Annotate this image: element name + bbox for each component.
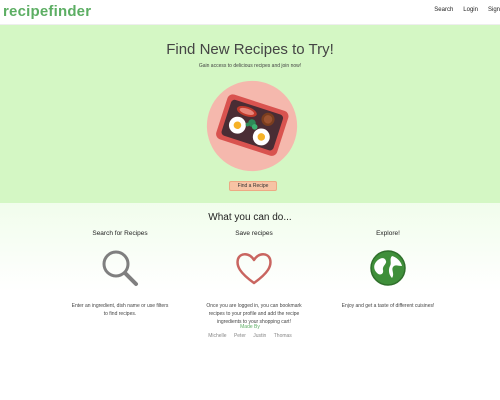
features-title: What you can do... [208, 212, 292, 223]
feature-desc-line: Once you are logged in, you can bookmark [206, 303, 302, 309]
heart-icon [236, 253, 272, 285]
feature-desc-line: Enjoy and get a taste of different cuisi… [341, 303, 435, 309]
feature-explore: Explore! Enjoy and get a taste of differ… [318, 230, 458, 310]
globe-icon [370, 250, 406, 286]
magnifier-icon [102, 250, 138, 286]
author-name: Michelle [208, 333, 227, 339]
find-recipe-button[interactable]: Find a Recipe [229, 181, 277, 191]
feature-desc-line: Enter an ingredient, dish name or use fi… [71, 303, 169, 309]
nav-search-link[interactable]: Search [434, 7, 453, 13]
breakfast-plate-icon [206, 80, 298, 172]
made-by-label: Made By [240, 324, 260, 330]
hero-section: Find New Recipes to Try! Gain access to … [0, 25, 500, 203]
feature-save: Save recipes Once you are logged in, you… [184, 230, 324, 326]
author-name: Justin [253, 333, 267, 339]
features-section: What you can do... Search for Recipes En… [0, 203, 500, 400]
feature-description: Enter an ingredient, dish name or use fi… [50, 302, 190, 318]
hero-subtitle: Gain access to delicious recipes and joi… [198, 63, 302, 69]
feature-title: Search for Recipes [92, 230, 148, 237]
navbar: recipefinder Search Login Sign [0, 0, 500, 25]
nav-login-link[interactable]: Login [463, 7, 478, 13]
feature-search: Search for Recipes Enter an ingredient, … [50, 230, 190, 318]
authors-list: Michelle Peter Justin Thomas [0, 333, 500, 339]
feature-description: Enjoy and get a taste of different cuisi… [318, 302, 458, 310]
feature-title: Explore! [376, 230, 400, 237]
author-name: Thomas [273, 333, 292, 339]
hero-title: Find New Recipes to Try! [166, 41, 334, 58]
feature-desc-line: recipes to your profile and add the reci… [208, 311, 300, 317]
feature-description: Once you are logged in, you can bookmark… [184, 302, 324, 326]
author-name: Peter [233, 333, 246, 339]
nav-signup-link[interactable]: Sign [488, 7, 500, 13]
nav-links: Search Login Sign [424, 7, 500, 13]
feature-desc-line: to find recipes. [103, 311, 137, 317]
brand-logo[interactable]: recipefinder [3, 3, 91, 20]
feature-title: Save recipes [235, 230, 273, 237]
